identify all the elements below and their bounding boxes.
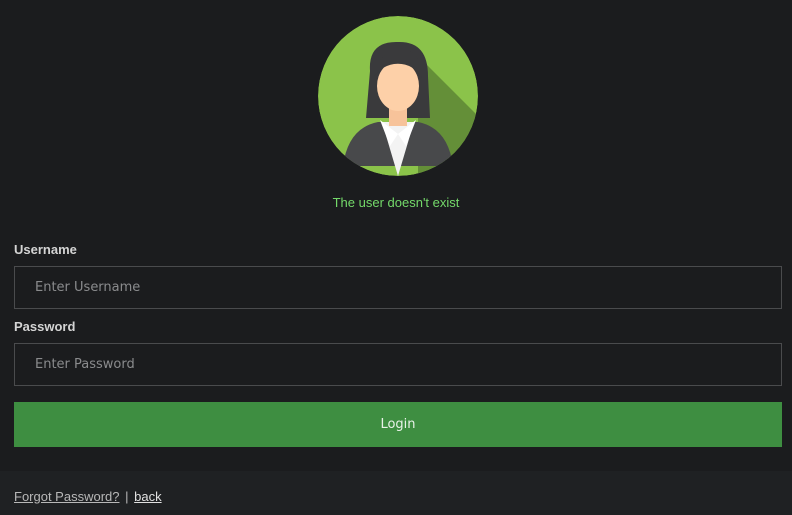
- username-input[interactable]: [14, 266, 782, 309]
- password-input[interactable]: [14, 343, 782, 386]
- login-button[interactable]: Login: [14, 402, 782, 447]
- footer: Forgot Password? | back: [0, 471, 792, 515]
- forgot-password-link[interactable]: Forgot Password?: [14, 489, 120, 504]
- footer-links: Forgot Password? | back: [14, 489, 162, 504]
- user-avatar-icon: [318, 16, 478, 176]
- link-separator: |: [125, 489, 129, 504]
- login-page: The user doesn't exist Username Password…: [0, 0, 792, 515]
- username-label: Username: [14, 242, 77, 257]
- error-message: The user doesn't exist: [332, 195, 460, 210]
- password-label: Password: [14, 319, 76, 334]
- back-link[interactable]: back: [134, 489, 161, 504]
